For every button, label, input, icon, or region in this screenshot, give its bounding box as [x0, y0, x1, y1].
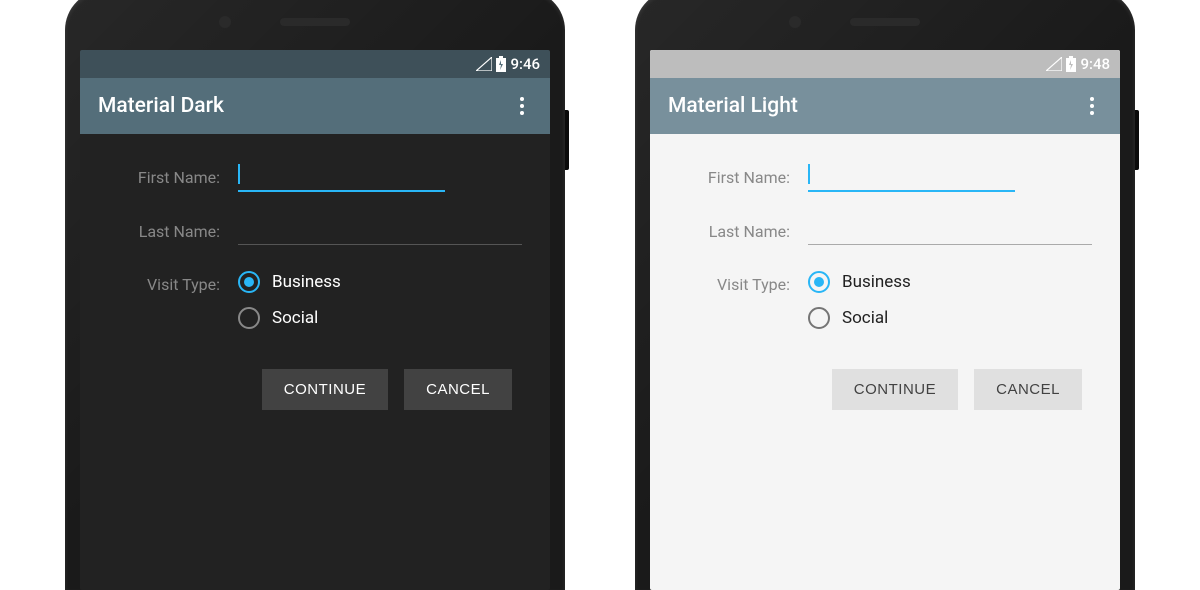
screen-light: 9:48 Material Light First Name: — [650, 50, 1120, 590]
phone-body: 9:48 Material Light First Name: — [635, 0, 1135, 590]
first-name-field[interactable] — [808, 164, 1015, 192]
radio-selected-icon — [808, 271, 830, 293]
radio-social[interactable]: Social — [238, 307, 522, 329]
visit-type-radio-group: Business Social — [238, 271, 522, 329]
radio-unselected-icon — [808, 307, 830, 329]
first-name-input-wrap — [808, 164, 1092, 192]
radio-business[interactable]: Business — [238, 271, 522, 293]
radio-unselected-icon — [238, 307, 260, 329]
phone-body: 9:46 Material Dark First Name: — [65, 0, 565, 590]
phone-camera — [219, 16, 231, 28]
visit-type-label: Visit Type: — [678, 271, 808, 294]
radio-social[interactable]: Social — [808, 307, 1092, 329]
radio-business[interactable]: Business — [808, 271, 1092, 293]
visit-type-row: Visit Type: Business Social — [108, 271, 522, 329]
first-name-label: First Name: — [108, 164, 238, 187]
cancel-button[interactable]: CANCEL — [404, 369, 512, 410]
visit-type-row: Visit Type: Business Social — [678, 271, 1092, 329]
form-content: First Name: Last Name: Visit Type: — [80, 134, 550, 430]
phone-power-button — [565, 110, 569, 170]
button-row: CONTINUE CANCEL — [108, 369, 522, 410]
continue-button[interactable]: CONTINUE — [262, 369, 388, 410]
phone-dark: 9:46 Material Dark First Name: — [65, 0, 565, 590]
signal-icon — [1046, 57, 1062, 71]
cancel-button[interactable]: CANCEL — [974, 369, 1082, 410]
phone-camera — [789, 16, 801, 28]
status-time: 9:46 — [510, 55, 540, 73]
status-bar: 9:46 — [80, 50, 550, 78]
visit-type-radio-group: Business Social — [808, 271, 1092, 329]
radio-selected-icon — [238, 271, 260, 293]
phone-light: 9:48 Material Light First Name: — [635, 0, 1135, 590]
screen-dark: 9:46 Material Dark First Name: — [80, 50, 550, 590]
overflow-menu-icon[interactable] — [1082, 89, 1102, 123]
radio-business-label: Business — [272, 272, 341, 292]
radio-business-label: Business — [842, 272, 911, 292]
app-title: Material Light — [668, 94, 798, 118]
text-cursor — [238, 164, 240, 184]
app-title: Material Dark — [98, 94, 224, 118]
last-name-label: Last Name: — [108, 218, 238, 241]
form-content: First Name: Last Name: Visit Type: — [650, 134, 1120, 430]
last-name-field[interactable] — [238, 218, 522, 245]
status-bar: 9:48 — [650, 50, 1120, 78]
continue-button[interactable]: CONTINUE — [832, 369, 958, 410]
first-name-row: First Name: — [108, 164, 522, 192]
button-row: CONTINUE CANCEL — [678, 369, 1092, 410]
first-name-label: First Name: — [678, 164, 808, 187]
battery-charging-icon — [1066, 56, 1076, 72]
last-name-row: Last Name: — [678, 218, 1092, 245]
signal-icon — [476, 57, 492, 71]
first-name-field[interactable] — [238, 164, 445, 192]
overflow-menu-icon[interactable] — [512, 89, 532, 123]
radio-social-label: Social — [272, 308, 318, 328]
last-name-row: Last Name: — [108, 218, 522, 245]
radio-social-label: Social — [842, 308, 888, 328]
phone-speaker — [850, 18, 920, 26]
app-bar: Material Light — [650, 78, 1120, 134]
first-name-input-wrap — [238, 164, 522, 192]
first-name-row: First Name: — [678, 164, 1092, 192]
last-name-label: Last Name: — [678, 218, 808, 241]
text-cursor — [808, 164, 810, 184]
status-time: 9:48 — [1080, 55, 1110, 73]
battery-charging-icon — [496, 56, 506, 72]
phone-power-button — [1135, 110, 1139, 170]
last-name-field[interactable] — [808, 218, 1092, 245]
visit-type-label: Visit Type: — [108, 271, 238, 294]
app-bar: Material Dark — [80, 78, 550, 134]
phone-speaker — [280, 18, 350, 26]
